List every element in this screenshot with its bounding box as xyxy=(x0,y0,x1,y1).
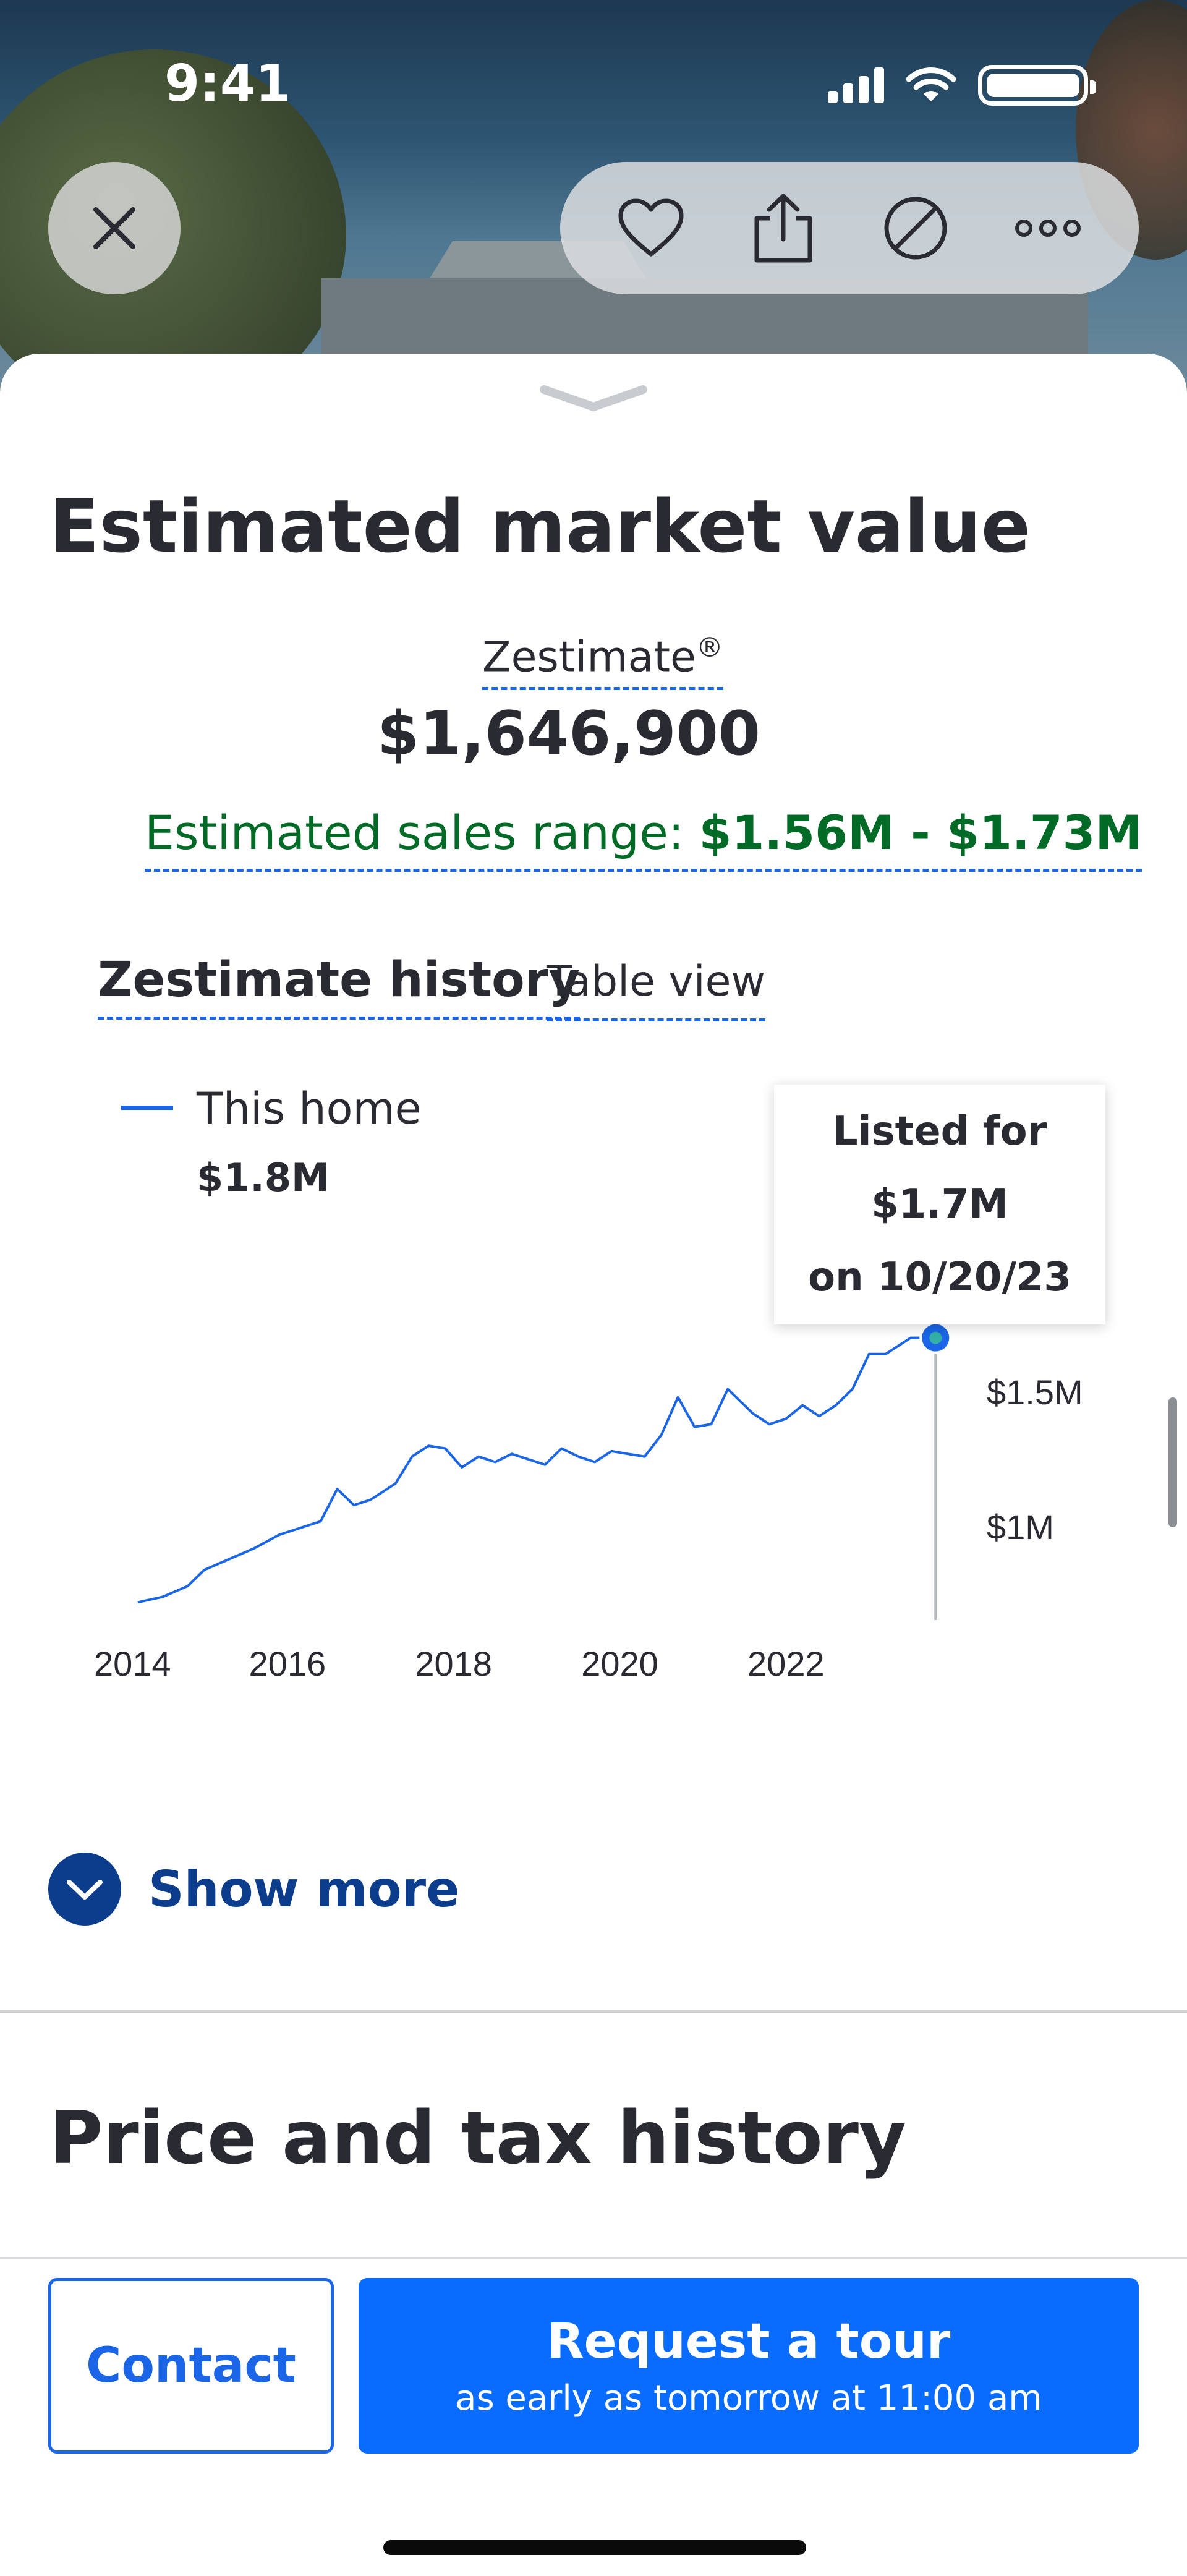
x-tick-label: 2016 xyxy=(249,1644,326,1683)
more-button[interactable] xyxy=(1008,188,1088,268)
sales-range-value: $1.56M - $1.73M xyxy=(699,805,1142,860)
tab-zestimate-history[interactable]: Zestimate history xyxy=(98,952,581,1020)
y-tick-label: $1M xyxy=(987,1508,1054,1546)
wifi-icon xyxy=(906,67,956,101)
tooltip-line-1: Listed for xyxy=(832,1109,1047,1154)
contact-button[interactable]: Contact xyxy=(48,2278,334,2454)
hide-button[interactable] xyxy=(875,188,956,268)
y-tick-label: $1.5M xyxy=(987,1373,1083,1412)
request-tour-title: Request a tour xyxy=(547,2313,951,2369)
hide-icon xyxy=(884,197,947,260)
x-tick-label: 2014 xyxy=(94,1644,171,1683)
share-icon xyxy=(754,194,812,263)
chart-tooltip: Listed for $1.7M on 10/20/23 xyxy=(774,1085,1105,1324)
save-button[interactable] xyxy=(611,188,691,268)
sales-range[interactable]: Estimated sales range: $1.56M - $1.73M xyxy=(145,805,1142,872)
zestimate-chart[interactable]: $1.5M $1M 2014 2016 2018 2020 2022 xyxy=(0,1299,1187,1707)
share-button[interactable] xyxy=(743,188,823,268)
heart-icon xyxy=(618,198,684,257)
action-toolbar xyxy=(560,162,1139,294)
show-more-button[interactable]: Show more xyxy=(48,1853,459,1926)
more-icon xyxy=(1015,220,1081,237)
home-indicator xyxy=(383,2540,806,2555)
legend-series-name: This home xyxy=(197,1083,422,1134)
legend-swatch xyxy=(121,1106,173,1110)
status-icons xyxy=(828,65,1096,106)
close-button[interactable] xyxy=(48,162,181,294)
sheet-grabber-icon[interactable] xyxy=(538,383,649,414)
request-tour-button[interactable]: Request a tour as early as tomorrow at 1… xyxy=(359,2278,1139,2454)
request-tour-subtitle: as early as tomorrow at 11:00 am xyxy=(455,2378,1042,2418)
x-tick-label: 2018 xyxy=(415,1644,492,1683)
legend-series-value: $1.8M xyxy=(197,1155,330,1200)
x-tick-label: 2020 xyxy=(581,1644,658,1683)
listing-marker-center xyxy=(929,1331,942,1344)
price-tax-title: Price and tax history xyxy=(49,2095,906,2180)
close-icon xyxy=(93,207,135,249)
show-more-label: Show more xyxy=(148,1860,460,1918)
x-tick-label: 2022 xyxy=(747,1644,825,1683)
zestimate-label-text: Zestimate xyxy=(482,633,696,682)
signal-icon xyxy=(828,67,884,103)
series-line xyxy=(137,1336,936,1604)
tab-table-view[interactable]: Table view xyxy=(547,957,766,1021)
tooltip-line-3: on 10/20/23 xyxy=(808,1255,1071,1300)
zestimate-label[interactable]: Zestimate® xyxy=(482,632,723,690)
scrollbar[interactable] xyxy=(1168,1397,1177,1527)
sales-range-label: Estimated sales range: xyxy=(145,805,699,860)
registered-mark: ® xyxy=(696,632,723,663)
battery-icon xyxy=(978,65,1096,106)
section-divider xyxy=(0,2010,1187,2013)
tooltip-line-2: $1.7M xyxy=(871,1182,1008,1227)
chevron-down-icon xyxy=(48,1853,121,1926)
status-time: 9:41 xyxy=(164,54,291,113)
section-title: Estimated market value xyxy=(49,484,1031,569)
zestimate-value: $1,646,900 xyxy=(377,699,760,769)
